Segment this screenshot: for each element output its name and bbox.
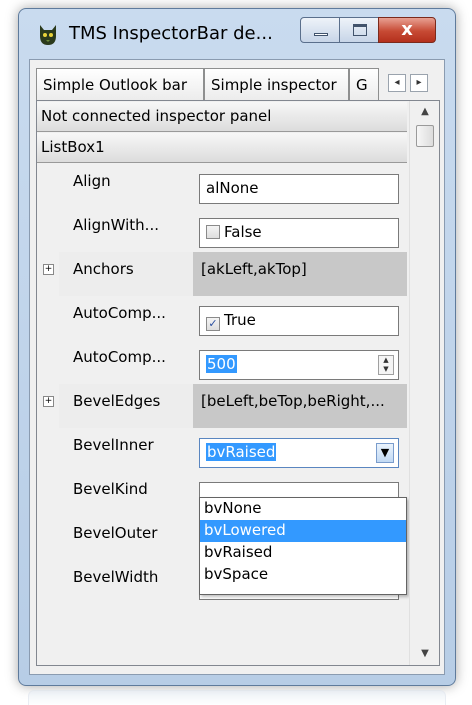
selected-value-text: bvRaised [206,443,277,461]
client-area: Simple Outlook bar Simple inspector G ◂ … [29,59,445,675]
tab-simple-outlook-bar[interactable]: Simple Outlook bar [36,68,204,100]
anchors-value: [akLeft,akTop] [201,260,307,278]
checked-checkbox[interactable]: ✓ [206,317,220,331]
unchecked-checkbox[interactable] [206,225,220,239]
tab-scroll-left-icon[interactable]: ◂ [388,74,406,92]
tab-g[interactable]: G [349,68,379,100]
chevron-down-icon[interactable]: ▼ [376,443,394,463]
property-row-align: Align alNone [37,164,407,208]
property-name: Anchors [73,260,134,278]
property-name: BevelInner [73,436,154,454]
property-name: AutoComp... [73,304,166,322]
checkbox-label: True [224,311,256,329]
property-name: AlignWith... [73,216,159,234]
property-name: BevelWidth [73,568,159,586]
checkbox-label: False [224,223,262,241]
property-name: BevelOuter [73,524,158,542]
bevelinner-dropdown-list: bvNone bvLowered bvRaised bvSpace [199,497,407,595]
property-row-beveledges: + BevelEdges [beLeft,beTop,beRight,... [37,384,407,428]
expand-plus-icon[interactable]: + [43,264,54,275]
bevelinner-combo[interactable]: bvRaised ▼ [199,438,399,468]
property-name: Align [73,172,111,190]
tab-simple-inspector[interactable]: Simple inspector [204,68,349,100]
scroll-down-icon[interactable]: ▼ [410,643,439,665]
dropdown-option[interactable]: bvNone [200,498,406,520]
window-reflection [28,690,446,705]
property-row-autocomplete: AutoComp... ✓ True [37,296,407,340]
property-row-autocomplete-delay: AutoComp... 500 ▲ ▼ [37,340,407,384]
beveledges-value: [beLeft,beTop,beRight,... [201,392,385,410]
autocomplete-delay-spin-input[interactable]: 500 ▲ ▼ [199,350,399,380]
vertical-scrollbar[interactable]: ▲ ▼ [409,101,439,665]
maximize-icon [353,24,367,36]
dropdown-option-highlighted[interactable]: bvLowered [200,520,406,542]
section-not-connected-inspector-panel[interactable]: Not connected inspector panel [37,102,407,132]
scroll-thumb[interactable] [416,125,434,147]
maximize-button[interactable] [339,17,379,43]
dropdown-option[interactable]: bvSpace [200,564,406,586]
tms-cat-icon [40,25,56,45]
property-row-bevelinner: BevelInner bvRaised ▼ [37,428,407,472]
section-listbox1[interactable]: ListBox1 [37,133,407,163]
close-button[interactable]: x [378,17,436,43]
expand-plus-icon[interactable]: + [43,396,54,407]
minimize-button[interactable] [300,17,340,43]
close-icon: x [401,19,413,40]
dropdown-option[interactable]: bvRaised [200,542,406,564]
property-row-alignwith: AlignWith... False [37,208,407,252]
autocomplete-checkbox-field[interactable]: ✓ True [199,306,399,336]
window-title: TMS InspectorBar de... [69,23,273,44]
tab-scroll-right-icon[interactable]: ▸ [410,74,428,92]
title-bar[interactable]: TMS InspectorBar de... x [19,9,455,59]
scroll-up-icon[interactable]: ▲ [410,101,439,123]
property-name: AutoComp... [73,348,166,366]
alignwith-checkbox-field[interactable]: False [199,218,399,248]
tab-strip: Simple Outlook bar Simple inspector G ◂ … [36,68,440,100]
align-value-input[interactable]: alNone [199,174,399,204]
minimize-icon [314,33,328,36]
property-name: BevelEdges [73,392,161,410]
property-row-anchors: + Anchors [akLeft,akTop] [37,252,407,296]
inspector-panel: Not connected inspector panel ListBox1 A… [36,100,440,666]
selected-value-text: 500 [206,355,237,373]
inspector-window: TMS InspectorBar de... x Simple Outlook … [18,8,456,686]
spin-updown-icon[interactable]: ▲ ▼ [378,355,394,375]
property-name: BevelKind [73,480,148,498]
